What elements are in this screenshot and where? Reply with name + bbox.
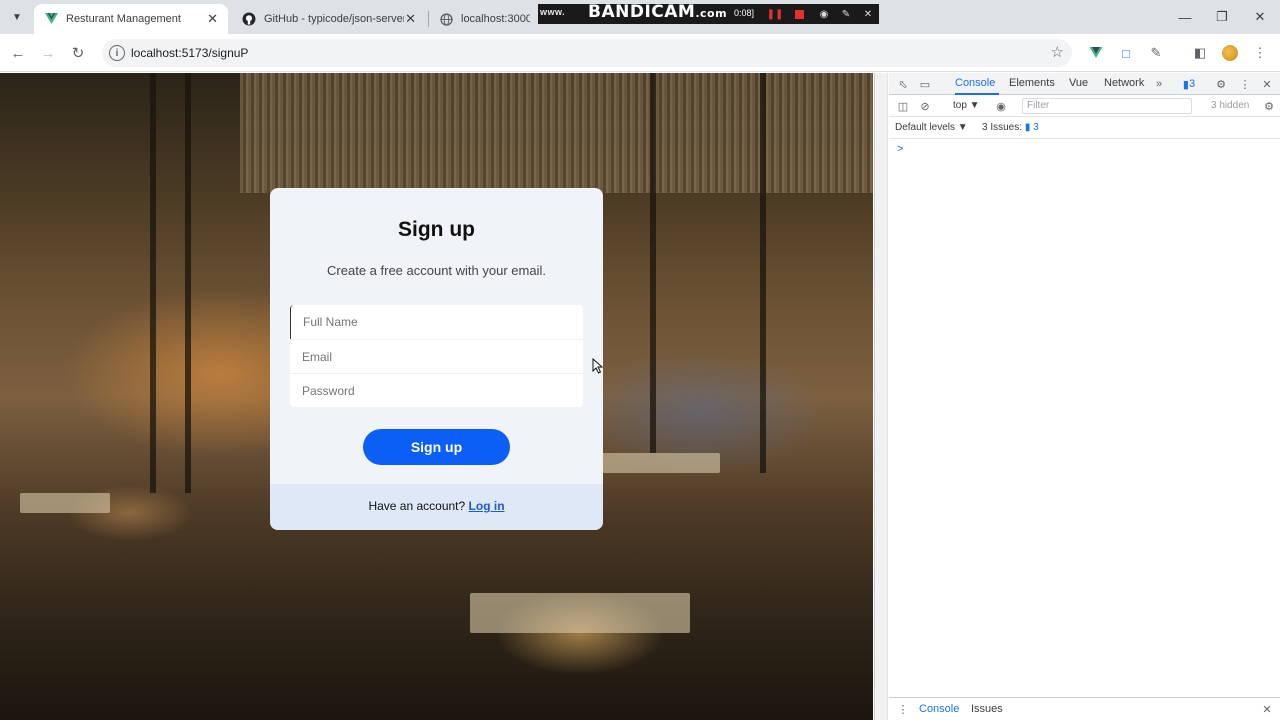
tab-separator — [428, 11, 429, 27]
issues-count: 3 — [1033, 122, 1039, 133]
url-text[interactable]: localhost:5173/signuP — [131, 46, 248, 60]
tab-title: GitHub - typicode/json-server: ... — [264, 13, 404, 25]
devtools-tab-network[interactable]: Network — [1104, 77, 1144, 89]
inspect-element-icon[interactable]: ⬁ — [895, 76, 911, 92]
close-tab-icon[interactable]: ✕ — [405, 11, 416, 27]
vue-icon — [44, 12, 58, 26]
stop-icon[interactable] — [792, 7, 806, 21]
background-table — [20, 493, 110, 513]
minimize-icon[interactable]: — — [1174, 6, 1196, 28]
background-window-frame — [650, 73, 656, 453]
background-window-frame — [185, 73, 191, 493]
signup-footer: Have an account? Log in — [270, 484, 603, 530]
bandicam-overlay: www. BANDICAM.com 0:08] ❚❚ ◉ ✎ ✕ — [538, 2, 879, 24]
tab-title: Resturant Management — [66, 13, 181, 25]
globe-icon — [440, 12, 453, 26]
issues-label: 3 Issues: — [982, 122, 1023, 133]
login-link[interactable]: Log in — [469, 499, 505, 513]
vue-devtools-extension-icon[interactable] — [1086, 43, 1106, 63]
background-window-frame — [150, 73, 156, 493]
tab-title: localhost:3000/item — [461, 13, 530, 25]
have-account-text: Have an account? — [368, 499, 466, 513]
log-levels-dropdown[interactable]: Default levels ▼ — [895, 122, 968, 133]
pause-icon[interactable]: ❚❚ — [767, 7, 784, 21]
page-viewport: Sign up Create a free account with your … — [0, 73, 873, 720]
browser-menu-icon[interactable]: ⋮ — [1250, 43, 1270, 63]
signup-card: Sign up Create a free account with your … — [270, 188, 603, 530]
context-selector[interactable]: top ▼ — [953, 100, 980, 111]
context-value: top — [953, 100, 967, 111]
side-panel-icon[interactable]: ◧ — [1190, 43, 1210, 63]
bandicam-logo: BANDICAM.com — [588, 2, 727, 22]
settings-gear-icon[interactable]: ⚙ — [1213, 76, 1229, 92]
console-toolbar: ◫ ⊘ top ▼ ◉ Filter 3 hidden ⚙ — [889, 95, 1280, 117]
issues-message-icon: ▮ — [1024, 122, 1031, 133]
signup-title: Sign up — [398, 218, 475, 241]
devtools-panel: ⬁ ▭ Console Elements Vue Network » ▮ 3 ⚙ … — [874, 73, 1280, 720]
tab-localhost-3000[interactable]: localhost:3000/item — [430, 4, 540, 34]
clear-console-icon[interactable]: ⊘ — [917, 98, 933, 114]
device-toolbar-icon[interactable]: ▭ — [917, 76, 933, 92]
bandicam-timer: 0:08] — [734, 8, 755, 18]
devtools-tab-vue[interactable]: Vue — [1069, 77, 1088, 89]
site-info-icon[interactable]: i — [109, 45, 125, 61]
devtools-drawer: ⋮ Console Issues ✕ — [889, 697, 1280, 720]
pencil-icon[interactable]: ✎ — [839, 7, 853, 21]
restore-icon[interactable]: ❐ — [1211, 6, 1233, 28]
bandicam-url-prefix: www. — [540, 7, 566, 17]
close-tab-icon[interactable]: ✕ — [207, 11, 218, 27]
issues-badge[interactable]: ▮ 3 — [1177, 76, 1201, 92]
bandicam-logo-suffix: .com — [695, 7, 728, 20]
devtools-tab-console[interactable]: Console — [955, 77, 995, 89]
console-filter-input[interactable]: Filter — [1022, 98, 1192, 114]
reload-icon[interactable]: ↻ — [66, 41, 90, 65]
tab-resturant-management[interactable]: Resturant Management ✕ — [34, 4, 228, 34]
camera-icon[interactable]: ◉ — [817, 7, 831, 21]
signup-subtitle: Create a free account with your email. — [327, 263, 546, 278]
background-window-frame — [760, 73, 766, 473]
github-icon — [242, 12, 256, 26]
extensions-puzzle-icon[interactable]: ✎ — [1146, 43, 1166, 63]
background-table — [470, 593, 690, 633]
background-table — [600, 453, 720, 473]
devtools-tab-bar: ⬁ ▭ Console Elements Vue Network » ▮ 3 ⚙ … — [889, 73, 1280, 95]
back-arrow-icon[interactable]: ← — [6, 41, 30, 65]
console-levels-bar: Default levels ▼ 3 Issues: ▮ 3 — [889, 117, 1280, 139]
issues-badge-count: 3 — [1188, 78, 1196, 90]
drawer-close-icon[interactable]: ✕ — [1259, 701, 1275, 717]
console-settings-icon[interactable]: ⚙ — [1261, 98, 1277, 114]
full-name-input[interactable] — [290, 305, 583, 339]
signup-button[interactable]: Sign up — [363, 429, 510, 465]
docs-extension-icon[interactable]: □ — [1116, 43, 1136, 63]
live-expression-eye-icon[interactable]: ◉ — [993, 98, 1009, 114]
profile-avatar[interactable] — [1220, 43, 1240, 63]
tab-search-button[interactable]: ▼ — [6, 6, 28, 28]
devtools-tab-elements[interactable]: Elements — [1009, 77, 1055, 89]
bookmark-star-icon[interactable]: ☆ — [1051, 43, 1064, 61]
log-levels-label: Default levels — [895, 122, 956, 133]
bandicam-logo-text: BANDICAM — [588, 2, 696, 22]
drawer-tab-console[interactable]: Console — [919, 703, 959, 715]
address-bar[interactable]: i localhost:5173/signuP ☆ — [102, 39, 1072, 67]
tab-github[interactable]: GitHub - typicode/json-server: ... ✕ — [232, 4, 426, 34]
devtools-close-icon[interactable]: ✕ — [1259, 76, 1275, 92]
sidebar-toggle-icon[interactable]: ◫ — [895, 98, 911, 114]
page-scrollbar[interactable] — [875, 73, 888, 720]
window-close-icon[interactable]: ✕ — [1249, 6, 1271, 28]
console-prompt[interactable]: > — [897, 143, 903, 155]
devtools-menu-icon[interactable]: ⋮ — [1237, 76, 1253, 92]
background-thatch-roof — [240, 73, 873, 193]
bandicam-close-icon[interactable]: ✕ — [861, 7, 875, 21]
drawer-tab-issues[interactable]: Issues — [971, 703, 1003, 715]
mouse-cursor-icon — [592, 358, 604, 374]
email-input[interactable] — [290, 339, 583, 373]
forward-arrow-icon[interactable]: → — [36, 41, 60, 65]
browser-toolbar: ← → ↻ i localhost:5173/signuP ☆ □ ✎ ◧ ⋮ — [0, 34, 1280, 72]
more-tabs-icon[interactable]: » — [1151, 76, 1167, 92]
issues-counter[interactable]: 3 Issues: ▮ 3 — [982, 122, 1039, 133]
drawer-menu-icon[interactable]: ⋮ — [895, 701, 911, 717]
hidden-count: 3 hidden — [1211, 100, 1250, 111]
password-input[interactable] — [290, 373, 583, 407]
